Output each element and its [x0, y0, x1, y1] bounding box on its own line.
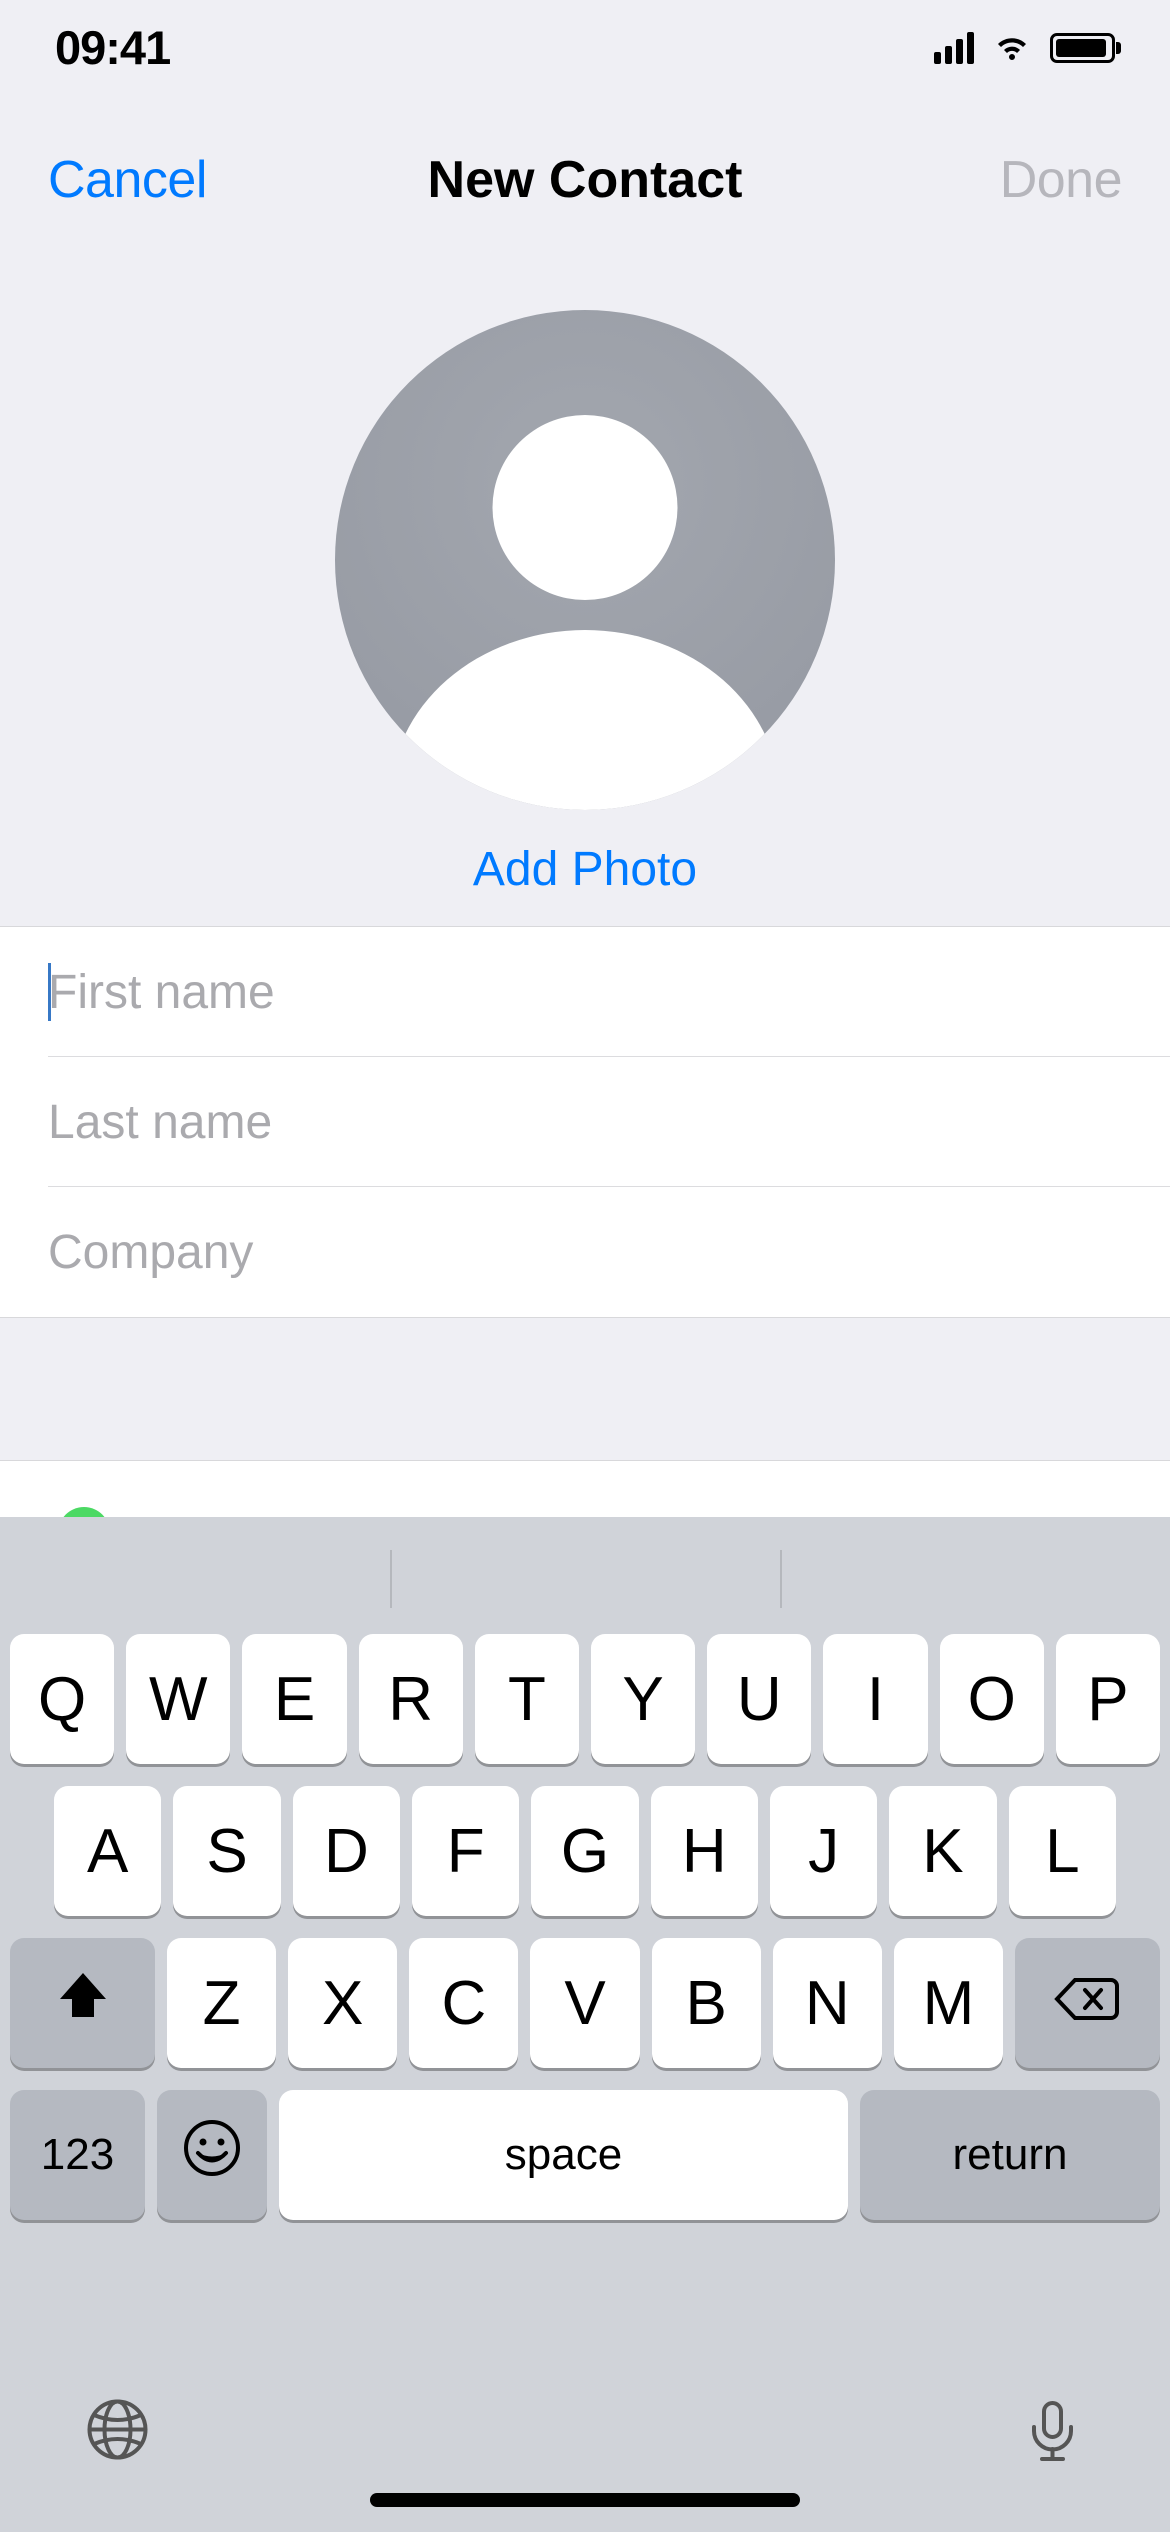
emoji-key[interactable] [157, 2090, 267, 2220]
key-e[interactable]: E [242, 1634, 346, 1764]
return-key[interactable]: return [860, 2090, 1160, 2220]
key-s[interactable]: S [173, 1786, 280, 1916]
mic-icon[interactable] [1020, 2397, 1085, 2467]
add-field-row-partial[interactable] [0, 1460, 1170, 1520]
cancel-button[interactable]: Cancel [48, 150, 207, 210]
suggestion-divider [780, 1550, 782, 1608]
status-indicators [934, 32, 1115, 64]
globe-icon[interactable] [85, 2397, 150, 2467]
add-photo-button[interactable]: Add Photo [473, 842, 697, 897]
key-p[interactable]: P [1056, 1634, 1160, 1764]
key-z[interactable]: Z [167, 1938, 276, 2068]
first-name-field[interactable] [48, 965, 1170, 1020]
first-name-row[interactable] [0, 927, 1170, 1057]
numeric-key[interactable]: 123 [10, 2090, 145, 2220]
last-name-row[interactable] [0, 1057, 1170, 1187]
key-f[interactable]: F [412, 1786, 519, 1916]
key-y[interactable]: Y [591, 1634, 695, 1764]
backspace-icon [1053, 1968, 1121, 2039]
cellular-icon [934, 32, 974, 64]
key-i[interactable]: I [823, 1634, 927, 1764]
battery-icon [1050, 33, 1115, 63]
emoji-icon [182, 2118, 242, 2193]
key-g[interactable]: G [531, 1786, 638, 1916]
key-r[interactable]: R [359, 1634, 463, 1764]
avatar-placeholder-icon[interactable] [335, 310, 835, 810]
key-v[interactable]: V [530, 1938, 639, 2068]
key-m[interactable]: M [894, 1938, 1003, 2068]
company-field[interactable] [48, 1225, 1170, 1280]
key-b[interactable]: B [652, 1938, 761, 2068]
backspace-key[interactable] [1015, 1938, 1160, 2068]
key-x[interactable]: X [288, 1938, 397, 2068]
page-title: New Contact [428, 150, 743, 210]
keyboard: Q W E R T Y U I O P A S D F G H J K L [0, 1517, 1170, 2532]
keyboard-bottom-row [0, 2367, 1170, 2497]
key-d[interactable]: D [293, 1786, 400, 1916]
suggestion-bar[interactable] [0, 1517, 1170, 1634]
home-indicator[interactable] [370, 2493, 800, 2507]
key-j[interactable]: J [770, 1786, 877, 1916]
status-bar: 09:41 [0, 0, 1170, 95]
wifi-icon [992, 32, 1032, 64]
name-form-group [0, 926, 1170, 1318]
key-n[interactable]: N [773, 1938, 882, 2068]
nav-bar: Cancel New Contact Done [0, 150, 1170, 210]
key-k[interactable]: K [889, 1786, 996, 1916]
avatar-section: Add Photo [335, 310, 835, 897]
key-u[interactable]: U [707, 1634, 811, 1764]
key-t[interactable]: T [475, 1634, 579, 1764]
key-c[interactable]: C [409, 1938, 518, 2068]
key-a[interactable]: A [54, 1786, 161, 1916]
done-button[interactable]: Done [1000, 150, 1122, 210]
last-name-field[interactable] [48, 1095, 1170, 1150]
shift-key[interactable] [10, 1938, 155, 2068]
company-row[interactable] [0, 1187, 1170, 1317]
key-q[interactable]: Q [10, 1634, 114, 1764]
key-w[interactable]: W [126, 1634, 230, 1764]
key-l[interactable]: L [1009, 1786, 1116, 1916]
key-h[interactable]: H [651, 1786, 758, 1916]
shift-icon [54, 1967, 112, 2040]
status-time: 09:41 [55, 20, 170, 75]
space-key[interactable]: space [279, 2090, 848, 2220]
key-o[interactable]: O [940, 1634, 1044, 1764]
suggestion-divider [390, 1550, 392, 1608]
text-caret [48, 963, 51, 1021]
